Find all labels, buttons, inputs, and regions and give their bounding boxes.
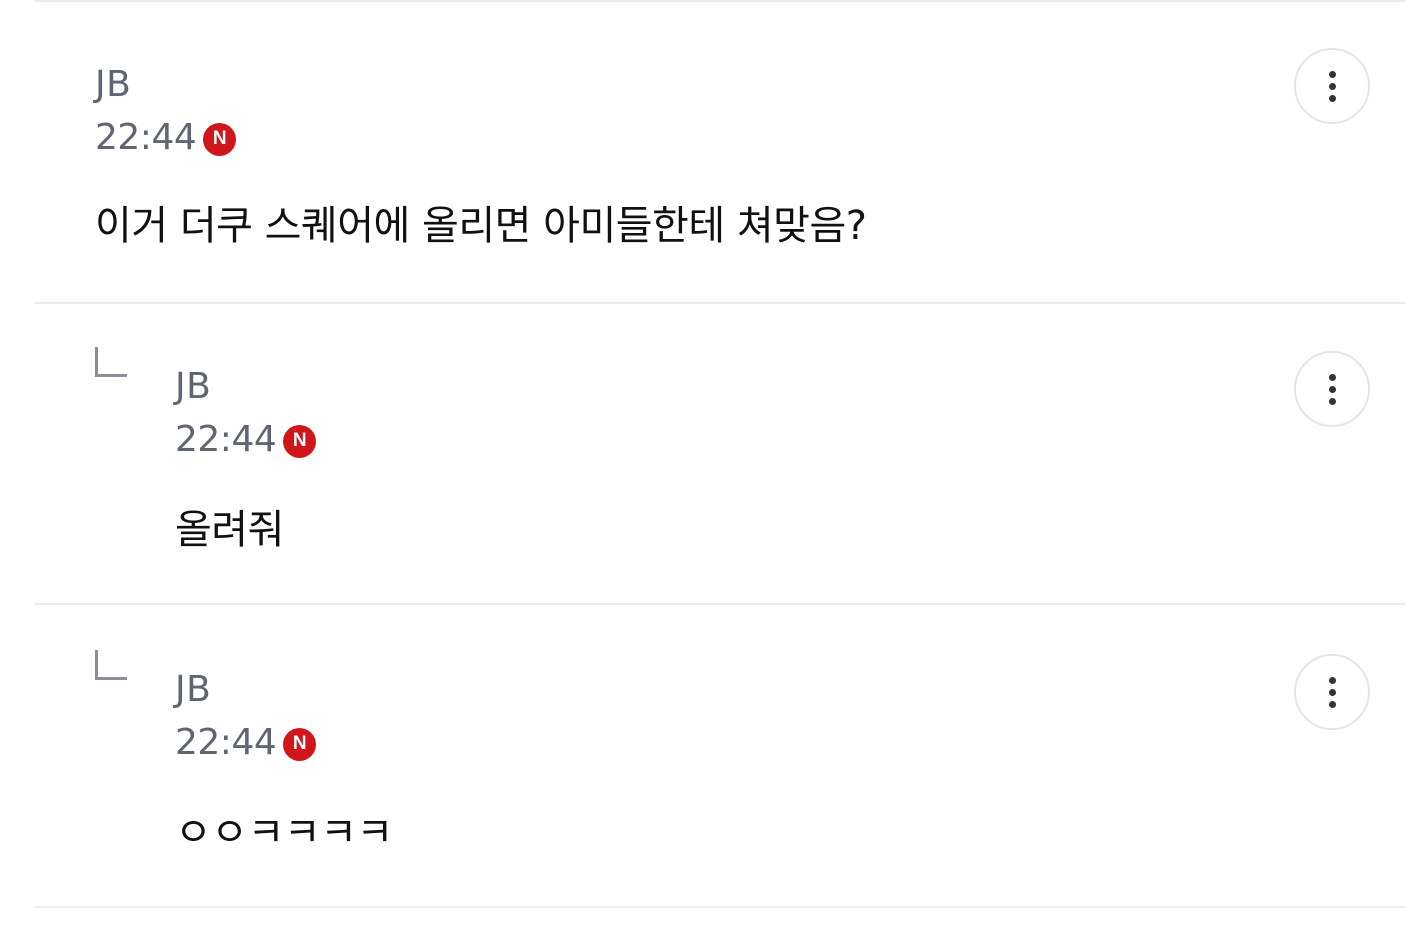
comment-meta: JB 22:44 N <box>95 60 237 166</box>
comment-text: ㅇㅇㅋㅋㅋㅋ <box>175 810 393 856</box>
comment-meta: JB 22:44 N <box>175 665 317 771</box>
more-vertical-icon <box>1328 70 1336 102</box>
comment-time: 22:44 <box>95 117 197 158</box>
comment-item: JB 22:44 N 이거 더쿠 스퀘어에 올리면 아미들한테 쳐맞음? <box>35 2 1405 304</box>
comment-author[interactable]: JB <box>175 362 316 412</box>
comment-author[interactable]: JB <box>175 665 316 715</box>
comment-time-row: 22:44 N <box>95 110 237 166</box>
comment-time-row: 22:44 N <box>175 715 317 771</box>
more-vertical-icon <box>1328 373 1336 405</box>
comment-text: 올려줘 <box>175 507 284 553</box>
comment-author[interactable]: JB <box>95 60 236 110</box>
reply-item: JB 22:44 N 올려줘 <box>35 303 1405 605</box>
comment-time-row: 22:44 N <box>175 412 317 468</box>
new-badge-icon: N <box>283 424 317 458</box>
more-options-button[interactable] <box>1294 351 1370 427</box>
comment-meta: JB 22:44 N <box>175 362 317 468</box>
comment-time: 22:44 <box>175 722 277 763</box>
more-options-button[interactable] <box>1294 48 1370 124</box>
reply-item: JB 22:44 N ㅇㅇㅋㅋㅋㅋ <box>35 606 1405 908</box>
more-options-button[interactable] <box>1294 654 1370 730</box>
reply-arrow-icon <box>95 650 127 680</box>
new-badge-icon: N <box>283 727 317 761</box>
new-badge-icon: N <box>203 122 237 156</box>
more-vertical-icon <box>1328 676 1336 708</box>
comment-time: 22:44 <box>175 419 277 460</box>
comment-text: 이거 더쿠 스퀘어에 올리면 아미들한테 쳐맞음? <box>95 203 867 249</box>
reply-arrow-icon <box>95 347 127 377</box>
